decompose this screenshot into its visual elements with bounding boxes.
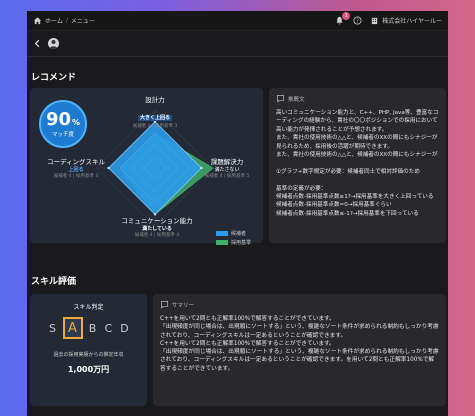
legend-swatch: [216, 231, 228, 236]
grade-b: B: [88, 321, 97, 335]
breadcrumb-home[interactable]: ホーム: [45, 16, 63, 25]
axis-status: 上回る: [68, 167, 84, 173]
back-arrow-icon[interactable]: [33, 39, 42, 48]
axis-label-problem-solving: 課題解決力 満たさない 候補者 4 | 採用基準 5: [198, 156, 256, 179]
summary-body: C++を用いて2問とも正解率100%で解答することができています。 「出現頻度が…: [160, 316, 439, 372]
breadcrumb-separator: /: [65, 17, 68, 24]
skill-section-title: スキル評価: [31, 277, 77, 287]
axis-label-communication: コミュニケーション能力 満たしている 候補者 4 | 採用基準 4: [112, 215, 202, 238]
company-name: 株式会社ハイヤールー: [382, 18, 442, 25]
comment-icon: [276, 94, 285, 103]
axis-title: コーディングスキル: [46, 158, 106, 166]
help-icon[interactable]: ?: [353, 16, 362, 25]
sub-header: [27, 31, 448, 57]
axis-status: 大きく上回る: [137, 115, 172, 121]
legend-swatch: [216, 240, 228, 245]
summary-title: サマリー: [172, 302, 195, 309]
breadcrumb-menu[interactable]: メニュー: [71, 16, 95, 25]
axis-note: 候補者 4 | 採用基準 3: [132, 124, 178, 129]
company-switcher[interactable]: 株式会社ハイヤールー: [370, 16, 442, 25]
legend-label: 候補者: [231, 231, 247, 237]
legend-standard: 採用基準: [216, 239, 251, 246]
axis-title: コミュニケーション能力: [121, 217, 193, 225]
notification-button[interactable]: 1: [335, 11, 351, 26]
app-window: ホーム / メニュー 1 ? 株式会社ハイヤールー レコメンド 90% マッチ度: [27, 11, 448, 416]
grade-c: C: [104, 321, 113, 335]
building-icon: [372, 17, 378, 25]
axis-title: 課題解決力: [210, 158, 244, 166]
summary-card: サマリー C++を用いて2問とも正解率100%で解答することができています。 「…: [153, 294, 446, 406]
skill-title: スキル判定: [73, 304, 104, 311]
recommendation-body: 高いコミュニケーション能力と、C++、PHP, Java等、豊富なコーディングの…: [276, 110, 439, 217]
avatar[interactable]: [48, 38, 59, 49]
breadcrumb: ホーム / メニュー: [33, 16, 95, 25]
axis-status: 満たさない: [214, 167, 240, 173]
legend-candidate: 候補者: [216, 230, 251, 237]
top-bar: ホーム / メニュー 1 ? 株式会社ハイヤールー: [27, 11, 448, 31]
chart-legend: 候補者 採用基準: [216, 230, 251, 248]
grade-d: D: [120, 321, 129, 335]
recommend-section-title: レコメンド: [31, 73, 77, 83]
radar-series-candidate: [108, 121, 202, 215]
svg-text:?: ?: [356, 18, 359, 24]
axis-status: 満たしている: [142, 226, 172, 232]
grade-a-selected: A: [62, 317, 83, 339]
axis-title: 設計力: [145, 96, 165, 104]
radar-card: 90% マッチ度 設計力 大きく上回る 候補者 4 | 採用基準 3 課題解決力…: [30, 88, 263, 246]
salary-amount: 1,000万円: [67, 365, 110, 374]
legend-label: 採用基準: [231, 240, 252, 246]
recommendation-card: 推薦文 高いコミュニケーション能力と、C++、PHP, Java等、豊富なコーデ…: [269, 88, 446, 243]
grade-s: S: [49, 321, 56, 335]
axis-note: 候補者 4 | 採用基準 3: [53, 174, 99, 179]
salary-note: 過去の採用実績からの推定年収: [53, 352, 124, 358]
axis-note: 候補者 4 | 採用基準 4: [134, 233, 180, 238]
skill-card: スキル判定 S A B C D 過去の採用実績からの推定年収 1,000万円: [30, 294, 147, 406]
home-icon[interactable]: [33, 16, 42, 25]
axis-label-coding: コーディングスキル 上回る 候補者 4 | 採用基準 3: [40, 156, 112, 179]
user-icon: [49, 40, 58, 49]
axis-label-design: 設計力 大きく上回る 候補者 4 | 採用基準 3: [126, 94, 184, 129]
comment-icon: [160, 300, 169, 309]
axis-note: 候補者 4 | 採用基準 5: [204, 174, 250, 179]
notification-badge: 1: [342, 11, 351, 20]
grade-scale: S A B C D: [30, 317, 147, 339]
recommendation-title: 推薦文: [288, 96, 305, 103]
